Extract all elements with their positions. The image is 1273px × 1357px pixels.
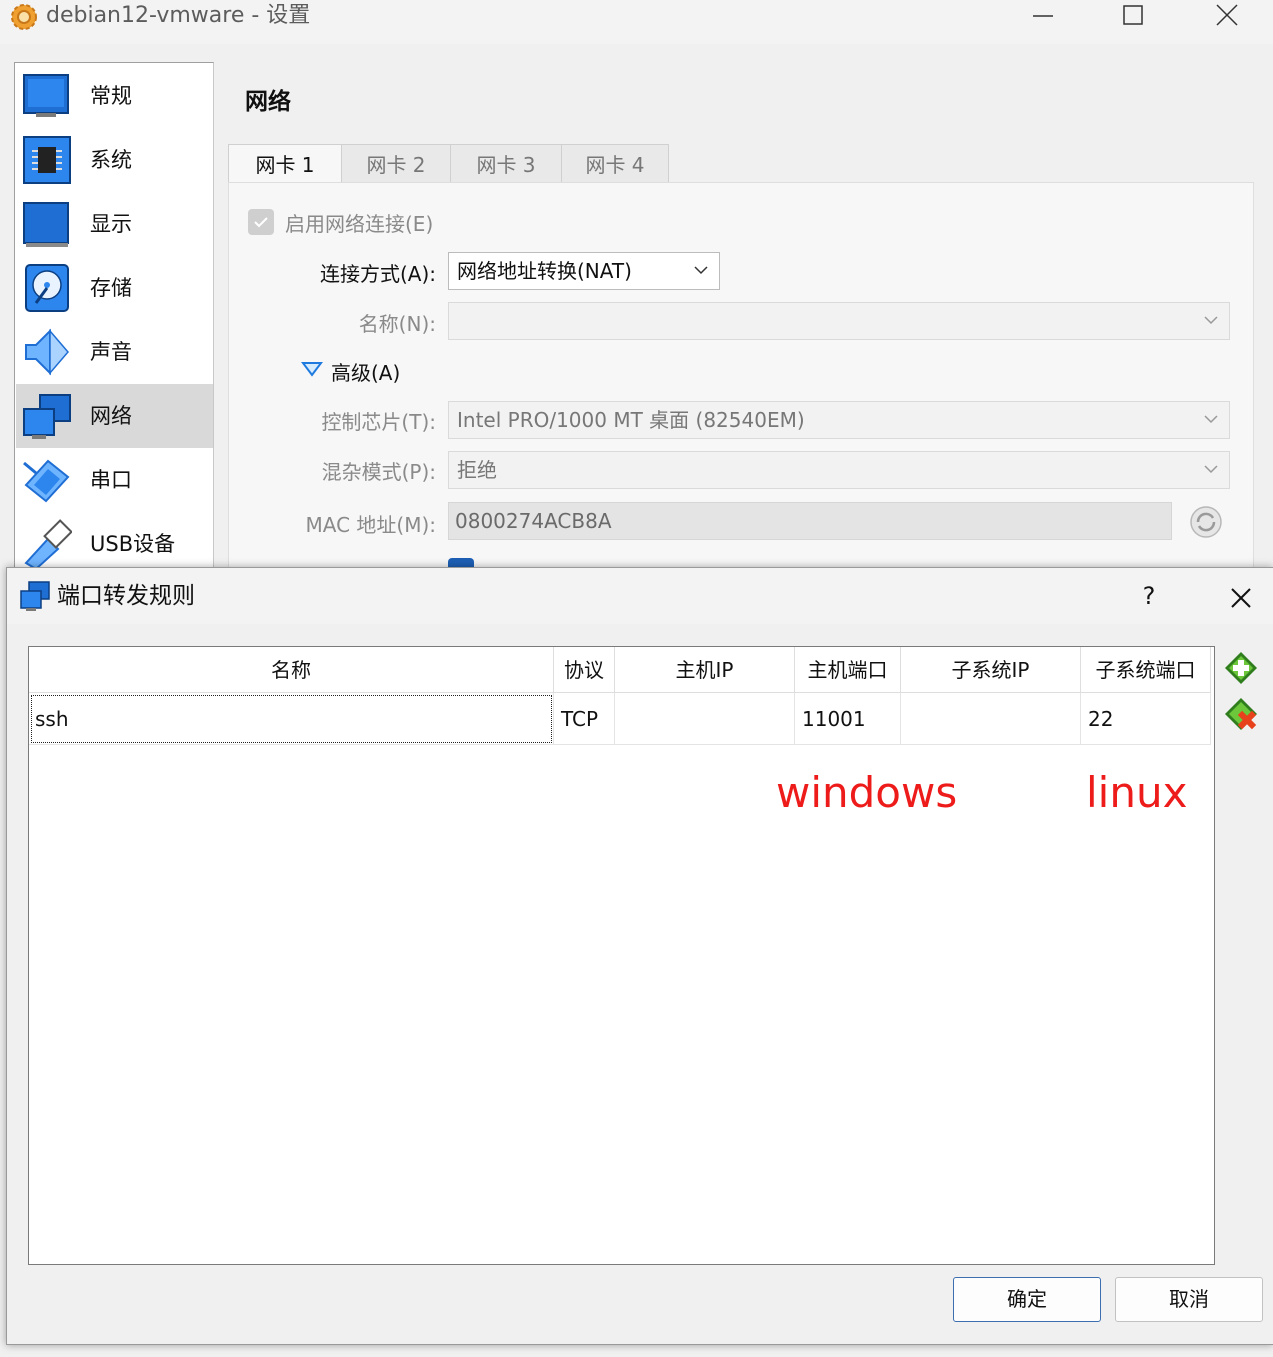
cell-rule-name[interactable]: ssh — [29, 693, 554, 745]
promiscuous-label: 混杂模式(P): — [321, 460, 436, 484]
ok-button[interactable]: 确定 — [953, 1277, 1101, 1322]
speaker-icon — [25, 328, 69, 376]
sidebar-item-label: 存储 — [90, 276, 132, 300]
cancel-button[interactable]: 取消 — [1115, 1277, 1263, 1322]
virtualbox-gear-icon — [11, 4, 37, 30]
tab-adapter-3[interactable]: 网卡 3 — [450, 144, 562, 184]
column-header-host-ip[interactable]: 主机IP — [615, 647, 795, 693]
close-icon — [1231, 588, 1251, 608]
port-forwarding-dialog: 端口转发规则 ? 名称 协议 主机IP 主机端口 子系统IP 子系统端口 ssh… — [6, 567, 1273, 1345]
network-icon — [20, 581, 50, 611]
remove-rule-icon[interactable] — [1223, 696, 1259, 732]
column-header-name[interactable]: 名称 — [29, 647, 554, 693]
sidebar-item-label: 显示 — [90, 212, 132, 236]
advanced-label[interactable]: 高级(A) — [331, 357, 400, 386]
sidebar-item-serial[interactable]: 串口 — [16, 448, 213, 512]
sidebar-item-label: 串口 — [90, 468, 132, 492]
promiscuous-value: 拒绝 — [457, 458, 497, 482]
sidebar-item-display[interactable]: 显示 — [16, 192, 213, 256]
cell-host-port[interactable]: 11001 — [795, 693, 901, 745]
attach-mode-select[interactable]: 网络地址转换(NAT) — [448, 252, 720, 290]
column-header-guest-port[interactable]: 子系统端口 — [1081, 647, 1211, 693]
add-rule-icon[interactable] — [1223, 650, 1259, 686]
sidebar-item-label: 声音 — [90, 340, 132, 364]
sidebar-item-network[interactable]: 网络 — [16, 384, 213, 448]
maximize-button[interactable] — [1110, 0, 1156, 32]
refresh-mac-icon[interactable] — [1188, 504, 1224, 540]
sidebar-item-label: 系统 — [90, 148, 132, 172]
sidebar-item-general[interactable]: 常规 — [16, 64, 213, 128]
help-button[interactable]: ? — [1131, 576, 1167, 616]
adapter-type-label: 控制芯片(T): — [321, 410, 436, 434]
tab-adapter-2[interactable]: 网卡 2 — [341, 144, 451, 184]
storage-disk-icon — [25, 264, 69, 312]
attach-mode-value: 网络地址转换(NAT) — [457, 259, 632, 283]
close-icon — [1216, 4, 1238, 26]
adapter-type-select[interactable]: Intel PRO/1000 MT 桌面 (82540EM) — [448, 401, 1230, 439]
tab-adapter-4[interactable]: 网卡 4 — [561, 144, 669, 184]
display-icon — [23, 202, 69, 247]
sidebar-item-storage[interactable]: 存储 — [16, 256, 213, 320]
general-icon — [23, 74, 69, 117]
cell-protocol[interactable]: TCP — [554, 693, 615, 745]
port-forwarding-table: 名称 协议 主机IP 主机端口 子系统IP 子系统端口 ssh TCP 1100… — [28, 646, 1215, 1265]
chevron-down-icon — [1204, 316, 1218, 325]
section-title: 网络 — [245, 89, 291, 115]
attach-label: 连接方式(A): — [319, 262, 436, 286]
dialog-title: 端口转发规则 — [57, 583, 195, 609]
dialog-close-button[interactable] — [1221, 578, 1261, 618]
system-chip-icon — [23, 136, 71, 184]
enable-adapter-label: 启用网络连接(E) — [285, 212, 434, 236]
settings-sidebar: 常规 系统 显示 存储 声音 网络 串口 USB设备 — [14, 62, 214, 582]
chevron-down-icon — [1204, 415, 1218, 424]
usb-icon — [24, 519, 72, 569]
column-header-protocol[interactable]: 协议 — [554, 647, 615, 693]
chevron-down-icon — [1204, 465, 1218, 474]
network-icon — [23, 394, 71, 439]
sidebar-item-label: 网络 — [90, 404, 132, 428]
mac-address-field[interactable]: 0800274ACB8A — [448, 502, 1172, 540]
annotation-host-windows: windows — [776, 768, 958, 817]
sidebar-item-audio[interactable]: 声音 — [16, 320, 213, 384]
advanced-toggle-arrow-icon[interactable] — [300, 360, 324, 380]
dialog-titlebar: 端口转发规则 ? — [7, 568, 1273, 624]
cell-host-ip[interactable] — [615, 693, 795, 745]
cell-guest-port[interactable]: 22 — [1081, 693, 1211, 745]
minimize-button[interactable] — [1020, 0, 1066, 32]
column-header-guest-ip[interactable]: 子系统IP — [901, 647, 1081, 693]
maximize-icon — [1123, 5, 1143, 25]
column-header-host-port[interactable]: 主机端口 — [795, 647, 901, 693]
checkmark-icon — [254, 217, 268, 228]
close-window-button[interactable] — [1204, 0, 1250, 32]
promiscuous-select[interactable]: 拒绝 — [448, 451, 1230, 489]
name-select[interactable] — [448, 302, 1230, 340]
name-label: 名称(N): — [358, 312, 436, 336]
cell-guest-ip[interactable] — [901, 693, 1081, 745]
window-title: debian12-vmware - 设置 — [46, 3, 311, 28]
sidebar-item-label: 常规 — [90, 84, 132, 108]
mac-address-label: MAC 地址(M): — [305, 513, 436, 537]
window-titlebar: debian12-vmware - 设置 — [0, 0, 1273, 44]
minimize-icon — [1033, 15, 1053, 17]
adapter-type-value: Intel PRO/1000 MT 桌面 (82540EM) — [457, 408, 805, 432]
sidebar-item-system[interactable]: 系统 — [16, 128, 213, 192]
serial-port-icon — [23, 459, 70, 503]
annotation-guest-linux: linux — [1086, 768, 1188, 817]
tab-adapter-1[interactable]: 网卡 1 — [228, 144, 342, 186]
chevron-down-icon — [694, 266, 708, 275]
enable-adapter-checkbox[interactable] — [248, 209, 274, 235]
